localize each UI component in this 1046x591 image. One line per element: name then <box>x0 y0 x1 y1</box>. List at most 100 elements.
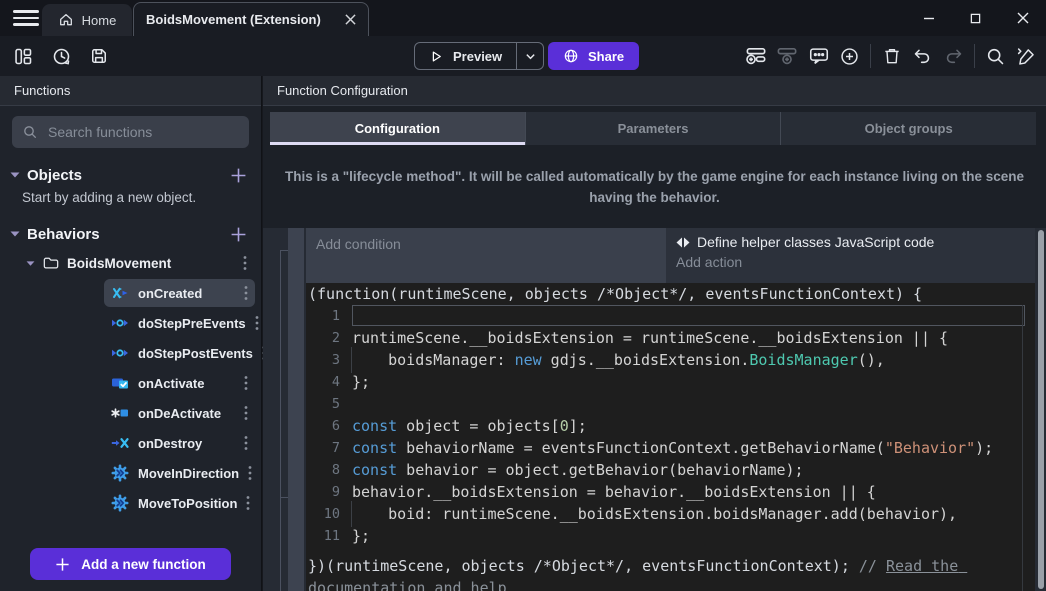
event-drag-handle[interactable] <box>288 228 304 591</box>
project-manager-icon[interactable] <box>10 44 36 68</box>
search-input[interactable] <box>46 123 239 141</box>
search-icon[interactable] <box>980 42 1011 70</box>
events-sheet: Add condition Define helper classes Java… <box>263 228 1046 591</box>
lifecycle-description: This is a "lifecycle method". It will be… <box>283 166 1026 208</box>
code-line-2[interactable]: 2runtimeScene.__boidsExtension = runtime… <box>306 327 1035 349</box>
tab-configuration[interactable]: Configuration <box>270 112 525 145</box>
functions-sidebar: Functions Objects Start by adding a new … <box>0 76 262 591</box>
add-function-button[interactable]: Add a new function <box>30 548 231 580</box>
function-list: onCreated doStepPreEvents doStepPostEvents… <box>0 279 261 517</box>
hamburger-menu-icon[interactable] <box>10 7 42 29</box>
kebab-menu-icon[interactable] <box>243 255 247 271</box>
function-item-onCreated[interactable]: onCreated <box>104 279 255 307</box>
line-number: 6 <box>306 415 340 437</box>
tab-parameters[interactable]: Parameters <box>525 112 781 145</box>
function-item-onActivate[interactable]: onActivate <box>104 369 255 397</box>
line-number: 2 <box>306 327 340 349</box>
redo-icon[interactable] <box>938 42 969 70</box>
section-objects[interactable]: Objects <box>10 162 247 188</box>
function-item-doStepPostEvents[interactable]: doStepPostEvents <box>104 339 255 367</box>
window-controls <box>905 0 1046 36</box>
add-action-label[interactable]: Add action <box>676 254 1025 270</box>
code-lines: 12runtimeScene.__boidsExtension = runtim… <box>306 305 1035 547</box>
section-behaviors[interactable]: Behaviors <box>10 221 247 247</box>
kebab-menu-icon[interactable] <box>244 285 248 301</box>
function-item-label: onDeActivate <box>138 406 221 421</box>
maximize-button[interactable] <box>952 0 999 36</box>
kebab-menu-icon[interactable] <box>244 375 248 391</box>
tab-active-label: BoidsMovement (Extension) <box>146 12 321 27</box>
js-event-header[interactable]: Define helper classes JavaScript code Ad… <box>666 228 1035 283</box>
trash-icon[interactable] <box>876 42 907 70</box>
code-line-5[interactable]: 5 <box>306 393 1035 415</box>
tab-home[interactable]: Home <box>42 4 132 36</box>
function-item-label: onDestroy <box>138 436 202 451</box>
line-number: 5 <box>306 393 340 415</box>
deactivate-icon <box>111 404 129 422</box>
add-behavior-button[interactable] <box>230 226 247 243</box>
events-scrollbar[interactable] <box>1038 230 1044 589</box>
add-event-icon[interactable] <box>741 42 772 70</box>
preview-button[interactable]: Preview <box>414 42 544 70</box>
sidebar-title: Functions <box>0 76 261 106</box>
step-icon <box>111 314 129 332</box>
save-icon[interactable] <box>86 44 112 68</box>
function-item-MoveToPosition[interactable]: MoveToPosition <box>104 489 255 517</box>
folder-icon <box>43 256 59 270</box>
kebab-menu-icon[interactable] <box>255 315 259 331</box>
line-number: 3 <box>306 349 340 371</box>
behavior-group-boidsmovement[interactable]: BoidsMovement <box>26 249 247 277</box>
kebab-menu-icon[interactable] <box>246 495 250 511</box>
code-line-10[interactable]: 10 boid: runtimeScene.__boidsExtension.b… <box>306 503 1035 525</box>
event-indent-guide-tick <box>280 497 288 498</box>
code-line-11[interactable]: 11}; <box>306 525 1035 547</box>
function-item-label: onActivate <box>138 376 204 391</box>
edit-pen-icon[interactable] <box>1011 42 1042 70</box>
tab-close-icon[interactable] <box>345 14 356 25</box>
code-line-7[interactable]: 7const behaviorName = eventsFunctionCont… <box>306 437 1035 459</box>
behaviors-section-label: Behaviors <box>27 226 100 243</box>
history-icon[interactable] <box>48 44 74 68</box>
function-item-label: doStepPreEvents <box>138 316 246 331</box>
js-event-title: Define helper classes JavaScript code <box>697 234 934 250</box>
code-line-3[interactable]: 3 boidsManager: new gdjs.__boidsExtensio… <box>306 349 1035 371</box>
tab-active-extension[interactable]: BoidsMovement (Extension) <box>133 2 369 36</box>
share-label: Share <box>588 49 624 64</box>
destroy-icon <box>111 434 129 452</box>
code-line-8[interactable]: 8const behavior = object.getBehavior(beh… <box>306 459 1035 481</box>
add-condition-area[interactable]: Add condition <box>306 228 666 283</box>
code-line-1[interactable]: 1 <box>306 305 1035 327</box>
function-item-doStepPreEvents[interactable]: doStepPreEvents <box>104 309 255 337</box>
line-number: 4 <box>306 371 340 393</box>
function-item-MoveInDirection[interactable]: MoveInDirection <box>104 459 255 487</box>
code-line-6[interactable]: 6const object = objects[0]; <box>306 415 1035 437</box>
main-title: Function Configuration <box>263 76 1046 106</box>
minimize-button[interactable] <box>905 0 952 36</box>
add-subevent-icon[interactable] <box>772 42 803 70</box>
code-line-4[interactable]: 4}; <box>306 371 1035 393</box>
function-item-onDeActivate[interactable]: onDeActivate <box>104 399 255 427</box>
gear-icon <box>111 464 129 482</box>
tab-object-groups[interactable]: Object groups <box>780 112 1036 145</box>
share-button[interactable]: Share <box>548 42 639 70</box>
main-panel: Function Configuration Configuration Par… <box>263 76 1046 591</box>
undo-icon[interactable] <box>907 42 938 70</box>
search-box[interactable] <box>12 116 249 148</box>
comment-icon[interactable] <box>803 42 834 70</box>
toolbar-divider <box>870 44 871 68</box>
kebab-menu-icon[interactable] <box>244 435 248 451</box>
code-line-9[interactable]: 9behavior.__boidsExtension = behavior.__… <box>306 481 1035 503</box>
kebab-menu-icon[interactable] <box>248 465 252 481</box>
kebab-menu-icon[interactable] <box>244 405 248 421</box>
objects-empty-hint: Start by adding a new object. <box>22 190 261 205</box>
function-item-label: onCreated <box>138 286 202 301</box>
add-object-button[interactable] <box>230 167 247 184</box>
chevron-down-icon <box>26 260 35 267</box>
preview-dropdown-button[interactable] <box>516 43 543 69</box>
code-editor[interactable]: (function(runtimeScene, objects /*Object… <box>306 283 1035 591</box>
add-circle-icon[interactable] <box>834 42 865 70</box>
home-icon <box>58 12 74 28</box>
function-item-onDestroy[interactable]: onDestroy <box>104 429 255 457</box>
step-icon <box>111 344 129 362</box>
close-button[interactable] <box>999 0 1046 36</box>
